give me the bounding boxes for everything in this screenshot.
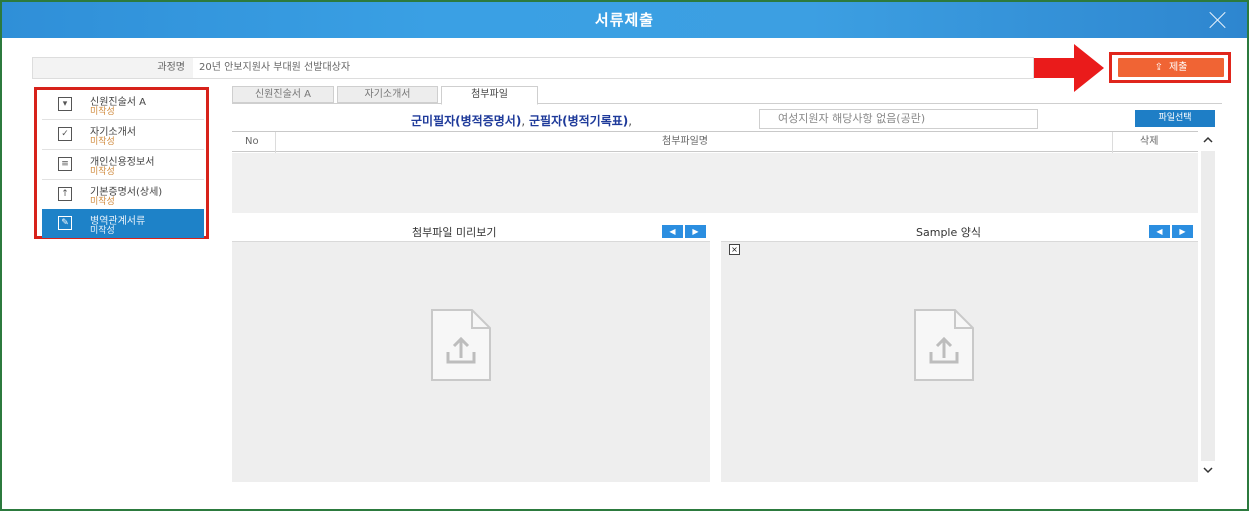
next-arrow-icon[interactable]: ▶ (685, 225, 706, 238)
attachment-preview-panel (232, 241, 710, 482)
sidebar-item-identity-statement[interactable]: ▾ 신원진술서 A 미작성 (42, 90, 204, 119)
course-value: 20년 안보지원사 부대원 선발대상자 (199, 62, 351, 73)
broken-image-icon: × (729, 244, 740, 255)
sidebar-item-military-docs[interactable]: ✎ 병역관계서류 미작성 (42, 209, 204, 238)
upload-box-icon: ↑ (58, 187, 72, 201)
edit-icon: ✎ (58, 216, 72, 230)
sidebar-item-status: 미작성 (90, 197, 115, 207)
sidebar-item-status: 미작성 (90, 137, 115, 147)
scrollbar[interactable] (1199, 131, 1217, 482)
sidebar-item-self-intro[interactable]: ✓ 자기소개서 미작성 (42, 120, 204, 149)
notice-sep: , (628, 114, 633, 128)
attachment-notice: 군미필자(병적증명서), 군필자(병적기록표), (411, 112, 632, 129)
notice-served: 군필자(병적기록표) (528, 114, 629, 128)
tab-baseline (232, 103, 1222, 104)
title-bar: 서류제출 (2, 2, 1247, 38)
submit-button[interactable]: ⇪ 제출 (1118, 58, 1224, 77)
preview-title: 첨부파일 미리보기 (412, 226, 497, 239)
prev-arrow-icon[interactable]: ◀ (662, 225, 683, 238)
window-title: 서류제출 (594, 11, 655, 29)
sample-title: Sample 양식 (916, 226, 981, 239)
file-select-button[interactable]: 파일선택 (1135, 110, 1215, 127)
course-row: 과정명 20년 안보지원사 부대원 선발대상자 (32, 57, 1034, 79)
sidebar-item-status: 미작성 (90, 226, 115, 236)
upload-icon: ⇪ (1154, 62, 1163, 73)
file-upload-icon (914, 309, 974, 381)
sample-nav: ◀ ▶ (1149, 225, 1195, 238)
file-upload-icon (431, 309, 491, 381)
chevron-up-icon[interactable] (1203, 135, 1213, 145)
preview-nav: ◀ ▶ (662, 225, 708, 238)
column-header-no: No (245, 136, 259, 147)
sidebar-item-basic-certificate[interactable]: ↑ 기본증명서(상세) 미작성 (42, 180, 204, 209)
column-header-delete: 삭제 (1140, 136, 1159, 147)
sidebar-item-status: 미작성 (90, 167, 115, 177)
scroll-thumb[interactable] (1201, 151, 1215, 461)
prev-arrow-icon[interactable]: ◀ (1149, 225, 1170, 238)
tab-self-intro[interactable]: 자기소개서 (337, 86, 438, 103)
submit-label: 제출 (1168, 62, 1188, 73)
sample-form-panel (721, 241, 1198, 482)
tab-identity-statement[interactable]: 신원진술서 A (232, 86, 334, 103)
close-icon[interactable] (1207, 9, 1229, 31)
check-box-icon: ✓ (58, 127, 72, 141)
no-item-checkbox[interactable]: 여성지원자 해당사항 없음(공란) (759, 109, 1038, 129)
next-arrow-icon[interactable]: ▶ (1172, 225, 1193, 238)
table-body (232, 153, 1198, 213)
red-arrow-annotation (1034, 44, 1104, 92)
sidebar-item-credit-info[interactable]: ≡ 개인신용정보서 미작성 (42, 150, 204, 179)
document-shield-icon: ▾ (58, 97, 72, 111)
course-label: 과정명 (33, 58, 193, 78)
column-header-filename: 첨부파일명 (662, 136, 708, 147)
table-header: No 첨부파일명 삭제 (232, 131, 1198, 153)
sidebar-item-status: 미작성 (90, 107, 115, 117)
tab-attachments[interactable]: 첨부파일 (441, 86, 538, 105)
chevron-down-icon[interactable] (1203, 465, 1213, 475)
notice-unserved: 군미필자(병적증명서) (411, 114, 522, 128)
notice-sep: , (521, 114, 529, 128)
divider (275, 132, 276, 153)
attachment-table: No 첨부파일명 삭제 (232, 131, 1198, 213)
document-submit-window: 서류제출 과정명 20년 안보지원사 부대원 선발대상자 ⇪ 제출 ▾ 신원진술서… (0, 0, 1249, 511)
list-doc-icon: ≡ (58, 157, 72, 171)
divider (1112, 132, 1113, 153)
